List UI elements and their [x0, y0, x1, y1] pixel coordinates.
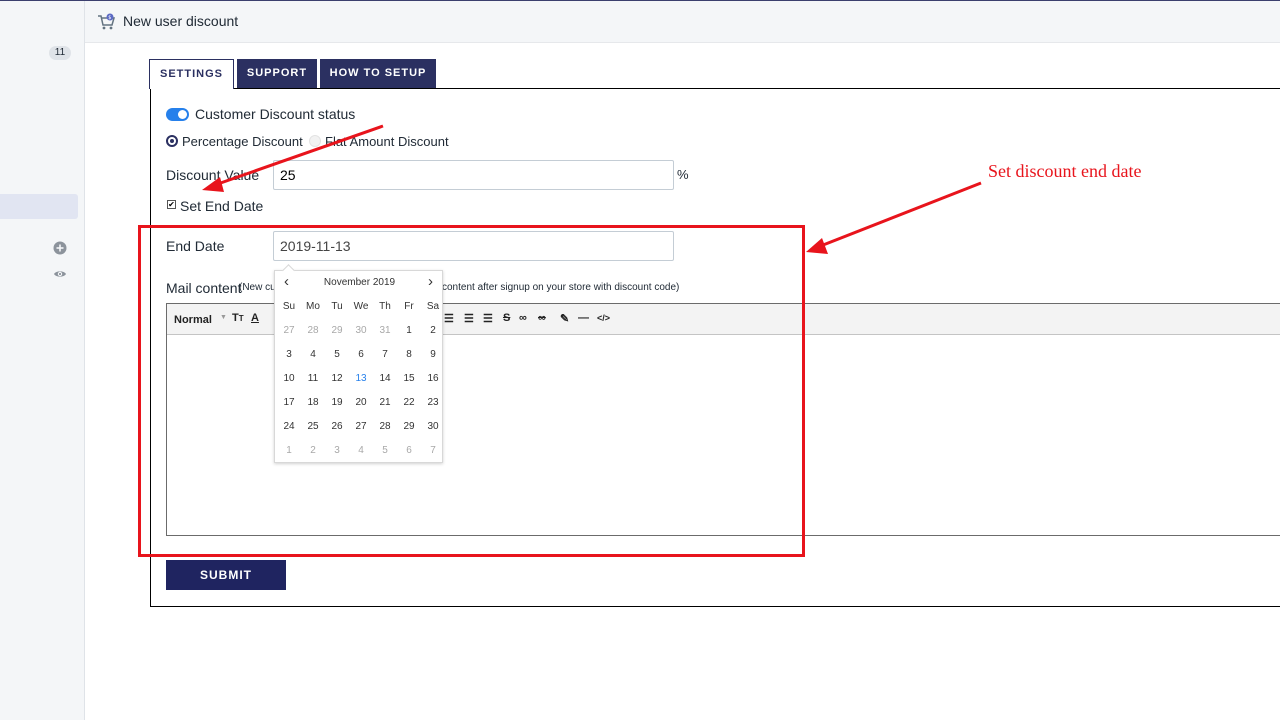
tab-how-to-setup[interactable]: HOW TO SETUP [320, 59, 436, 88]
calendar-day[interactable]: 7 [421, 439, 445, 463]
format-select[interactable]: Normal [174, 314, 212, 326]
calendar-day[interactable]: 16 [421, 367, 445, 391]
eraser-icon[interactable]: ✎ [560, 312, 569, 325]
mail-content-hint: content after signup on your store with … [442, 282, 680, 293]
calendar-day[interactable]: 4 [301, 343, 325, 367]
calendar-day[interactable]: 27 [349, 415, 373, 439]
calendar-day[interactable]: 26 [325, 415, 349, 439]
weekday-label: Mo [306, 301, 320, 312]
code-view-icon[interactable]: </> [597, 313, 610, 323]
calendar-day[interactable]: 3 [277, 343, 301, 367]
calendar-day[interactable]: 15 [397, 367, 421, 391]
weekday-label: Su [282, 301, 296, 312]
align-right-icon[interactable]: ☰ [483, 312, 493, 325]
calendar-day[interactable]: 5 [325, 343, 349, 367]
flat-amount-discount-radio[interactable] [309, 135, 321, 147]
discount-value-label: Discount Value [166, 167, 260, 183]
text-color-icon[interactable]: A [251, 312, 259, 324]
calendar-day[interactable]: 11 [301, 367, 325, 391]
sidebar: 11 [0, 1, 85, 720]
font-size-icon[interactable]: TT [232, 312, 244, 324]
discount-value-input[interactable] [273, 160, 674, 190]
notification-badge[interactable]: 11 [49, 46, 71, 60]
calendar-day[interactable]: 20 [349, 391, 373, 415]
percentage-discount-radio[interactable] [166, 135, 178, 147]
plus-circle-icon[interactable] [53, 241, 67, 255]
align-center-icon[interactable]: ☰ [464, 312, 474, 325]
calendar-day[interactable]: 24 [277, 415, 301, 439]
calendar-day[interactable]: 14 [373, 367, 397, 391]
discount-status-toggle[interactable] [166, 108, 189, 121]
weekday-label: Tu [331, 301, 343, 312]
weekday-label: We [353, 301, 369, 312]
calendar-day[interactable]: 28 [373, 415, 397, 439]
tab-support[interactable]: SUPPORT [237, 59, 317, 88]
next-month-button[interactable]: › [428, 273, 433, 290]
end-date-label: End Date [166, 238, 225, 254]
discount-unit: % [677, 167, 689, 182]
calendar-day[interactable]: 5 [373, 439, 397, 463]
strikethrough-icon[interactable]: S [503, 312, 510, 324]
calendar-day[interactable]: 25 [301, 415, 325, 439]
annotation-text: Set discount end date [988, 161, 1142, 181]
set-end-date-checkbox[interactable]: ✔ [167, 200, 176, 209]
calendar-day[interactable]: 31 [373, 319, 397, 343]
calendar-day[interactable]: 17 [277, 391, 301, 415]
unlink-icon[interactable]: ∞ [538, 312, 546, 324]
weekday-label: Th [379, 301, 391, 312]
discount-status-label: Customer Discount status [195, 106, 356, 122]
weekday-label: Fr [404, 301, 414, 312]
calendar-day[interactable]: 10 [277, 367, 301, 391]
calendar-day[interactable]: 13 [349, 367, 373, 391]
svg-text:$: $ [108, 15, 111, 21]
tab-settings[interactable]: SETTINGS [149, 59, 234, 89]
calendar-day[interactable]: 7 [373, 343, 397, 367]
flat-amount-discount-label[interactable]: Flat Amount Discount [325, 134, 449, 149]
calendar-day[interactable]: 30 [421, 415, 445, 439]
mail-content-label: Mail content [166, 280, 242, 296]
align-left-icon[interactable]: ☰ [444, 312, 454, 325]
calendar-day[interactable]: 27 [277, 319, 301, 343]
cart-icon: $ [98, 13, 115, 30]
mail-content-hint-start: (New cu [239, 282, 276, 293]
calendar-day[interactable]: 6 [397, 439, 421, 463]
calendar-month: November 2019 [323, 277, 396, 288]
calendar-day[interactable]: 1 [397, 319, 421, 343]
calendar-day[interactable]: 6 [349, 343, 373, 367]
weekday-label: Sa [426, 301, 440, 312]
calendar-day[interactable]: 21 [373, 391, 397, 415]
sidebar-active-item[interactable] [0, 194, 78, 219]
date-picker-popup: ‹ November 2019 › Su Mo Tu We Th Fr Sa 27 28 29 30… [274, 270, 443, 463]
calendar-day[interactable]: 18 [301, 391, 325, 415]
set-end-date-label[interactable]: Set End Date [180, 198, 263, 214]
calendar-day[interactable]: 29 [397, 415, 421, 439]
calendar-grid: Su Mo Tu We Th Fr Sa 27 28 29 30 31 1 2 3 4 5 6 7 8 9 10 11 12 1… [277, 295, 445, 463]
calendar-day[interactable]: 2 [421, 319, 445, 343]
horizontal-rule-icon[interactable]: — [578, 312, 589, 324]
calendar-day[interactable]: 23 [421, 391, 445, 415]
page-title: New user discount [123, 13, 239, 29]
calendar-day[interactable]: 30 [349, 319, 373, 343]
calendar-day[interactable]: 9 [421, 343, 445, 367]
end-date-input[interactable] [273, 231, 674, 261]
calendar-day[interactable]: 29 [325, 319, 349, 343]
calendar-day[interactable]: 2 [301, 439, 325, 463]
chevron-down-icon: ▼ [220, 314, 227, 321]
calendar-day[interactable]: 28 [301, 319, 325, 343]
percentage-discount-label[interactable]: Percentage Discount [182, 134, 303, 149]
calendar-day[interactable]: 22 [397, 391, 421, 415]
calendar-day[interactable]: 12 [325, 367, 349, 391]
calendar-day[interactable]: 1 [277, 439, 301, 463]
calendar-day[interactable]: 3 [325, 439, 349, 463]
eye-icon[interactable] [53, 267, 67, 281]
calendar-day[interactable]: 8 [397, 343, 421, 367]
calendar-day[interactable]: 19 [325, 391, 349, 415]
calendar-day[interactable]: 4 [349, 439, 373, 463]
submit-button[interactable]: SUBMIT [166, 560, 286, 590]
app-header: $ New user discount [85, 1, 1280, 43]
link-icon[interactable]: ∞ [519, 312, 527, 324]
